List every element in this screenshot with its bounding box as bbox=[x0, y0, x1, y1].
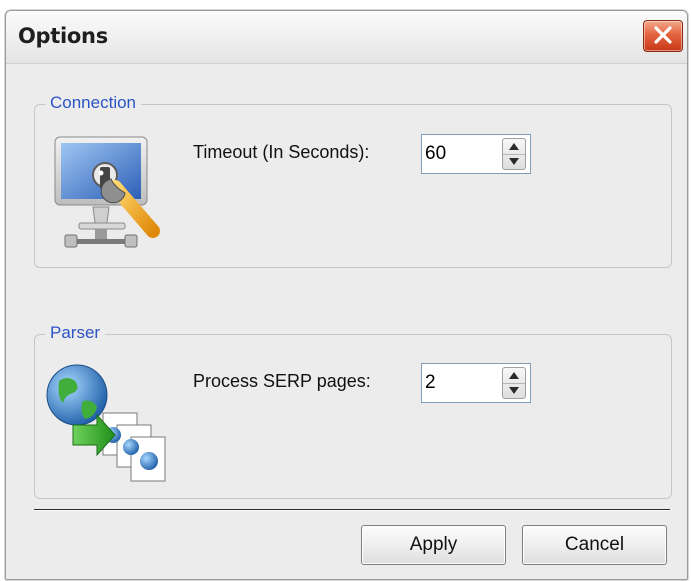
timeout-increment-button[interactable] bbox=[503, 139, 525, 155]
button-separator bbox=[34, 509, 670, 511]
serp-pages-value[interactable]: 2 bbox=[425, 372, 436, 394]
timeout-label: Timeout (In Seconds): bbox=[193, 142, 370, 162]
arrow-down-icon bbox=[509, 387, 519, 394]
serp-pages-spinner[interactable]: 2 bbox=[421, 363, 531, 403]
serp-pages-increment-button[interactable] bbox=[503, 368, 525, 384]
serp-pages-spin-buttons bbox=[502, 367, 526, 399]
cancel-button[interactable]: Cancel bbox=[522, 525, 667, 565]
serp-pages-label: Process SERP pages: bbox=[193, 371, 371, 391]
close-button[interactable] bbox=[643, 20, 683, 52]
options-dialog: Options Connection Timeout (In Seconds):… bbox=[5, 10, 688, 580]
connection-group-legend: Connection bbox=[45, 93, 142, 113]
timeout-spin-buttons bbox=[502, 138, 526, 170]
computer-network-settings-icon bbox=[54, 136, 160, 248]
arrow-up-icon bbox=[509, 372, 519, 379]
timeout-spinner[interactable]: 60 bbox=[421, 134, 531, 174]
apply-button[interactable]: Apply bbox=[361, 525, 506, 565]
serp-pages-decrement-button[interactable] bbox=[503, 383, 525, 398]
parser-group: Parser Process SERP pages: 2 bbox=[34, 323, 672, 499]
title-bar: Options bbox=[6, 11, 687, 64]
arrow-down-icon bbox=[509, 158, 519, 165]
close-icon bbox=[654, 26, 672, 44]
dialog-title: Options bbox=[18, 24, 108, 48]
arrow-up-icon bbox=[509, 143, 519, 150]
globe-pages-icon bbox=[46, 364, 166, 482]
timeout-value[interactable]: 60 bbox=[425, 143, 446, 165]
timeout-decrement-button[interactable] bbox=[503, 154, 525, 169]
connection-group: Connection Timeout (In Seconds): 60 bbox=[34, 93, 672, 268]
parser-group-legend: Parser bbox=[45, 323, 106, 343]
